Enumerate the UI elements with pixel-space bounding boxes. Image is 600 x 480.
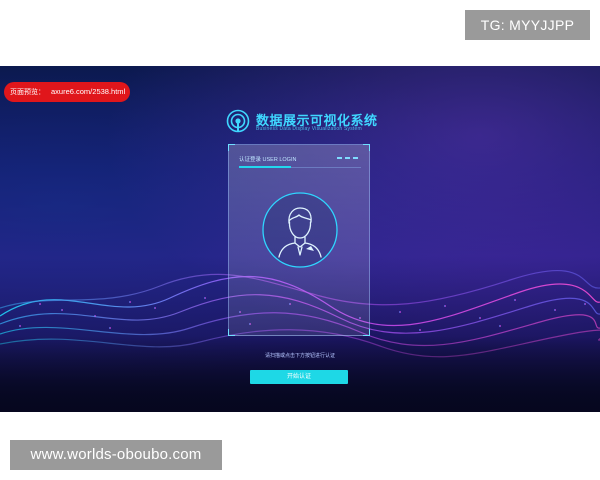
panel-corner bbox=[228, 144, 235, 151]
panel-corner bbox=[228, 329, 235, 336]
panel-corner bbox=[363, 144, 370, 151]
start-auth-button[interactable]: 开始认证 bbox=[250, 370, 348, 384]
panel-decoration bbox=[337, 157, 359, 159]
tg-badge: TG: MYYJJPP bbox=[465, 10, 590, 40]
preview-url[interactable]: axure6.com/2538.html bbox=[51, 87, 125, 96]
app-screen: 页面预览： axure6.com/2538.html 数据展示可视化系统 Busi… bbox=[0, 66, 600, 412]
site-watermark: www.worlds-oboubo.com bbox=[10, 440, 222, 470]
login-heading: 认证登录 USER LOGIN bbox=[239, 157, 297, 163]
app-subtitle: Business Data Display Visualization Syst… bbox=[256, 126, 362, 132]
signal-tower-icon bbox=[226, 109, 250, 133]
panel-corner bbox=[363, 329, 370, 336]
login-hint: 请扫描或点击下方按钮进行认证 bbox=[264, 353, 335, 359]
tab-active-indicator bbox=[239, 166, 291, 168]
user-avatar-icon[interactable] bbox=[261, 191, 339, 269]
preview-url-pill[interactable]: 页面预览： axure6.com/2538.html bbox=[4, 82, 130, 102]
preview-label: 页面预览： bbox=[10, 89, 45, 96]
